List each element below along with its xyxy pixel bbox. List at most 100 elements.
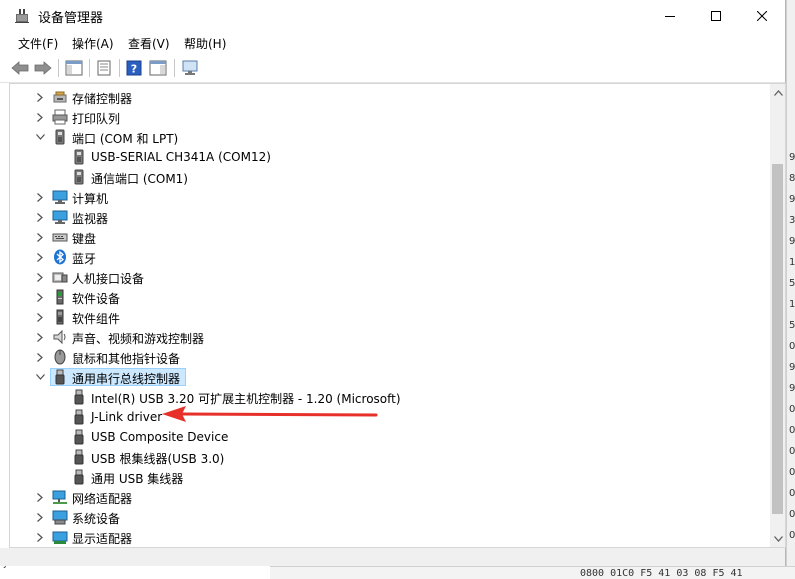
bg-right-char: 8	[789, 173, 795, 184]
chevron-up-icon	[773, 89, 783, 96]
expand-toggle[interactable]	[34, 231, 46, 243]
properties-icon	[97, 60, 111, 76]
bg-right-char: 9	[789, 362, 795, 373]
expand-toggle[interactable]	[34, 111, 46, 123]
bg-right-char: 9	[789, 383, 795, 394]
chevron-right-icon	[37, 92, 43, 102]
expand-toggle[interactable]	[34, 291, 46, 303]
tree-category-row[interactable]: 键盘	[10, 227, 770, 247]
expand-toggle[interactable]	[34, 251, 46, 263]
tree-item-label: USB-SERIAL CH341A (COM12)	[91, 150, 271, 164]
expand-toggle[interactable]	[34, 351, 46, 363]
tree-category-row[interactable]: 通用串行总线控制器	[10, 367, 770, 387]
chevron-right-icon	[37, 312, 43, 322]
tree-category-row[interactable]: 蓝牙	[10, 247, 770, 267]
menu-help[interactable]: 帮助(H)	[184, 35, 226, 52]
bg-right-char: 9	[789, 236, 795, 247]
expand-toggle[interactable]	[34, 511, 46, 523]
collapse-toggle[interactable]	[34, 131, 46, 143]
menu-action[interactable]: 操作(A)	[72, 35, 114, 52]
tree-item-label: 通用 USB 集线器	[91, 472, 184, 486]
expand-toggle[interactable]	[34, 211, 46, 223]
tree-category-row[interactable]: 网络适配器	[10, 487, 770, 507]
menu-view[interactable]: 查看(V)	[128, 35, 170, 52]
vertical-scrollbar[interactable]	[770, 84, 785, 547]
menu-file[interactable]: 文件(F)	[18, 35, 58, 52]
monitor-scan-icon	[182, 60, 198, 75]
tree-device-row[interactable]: 通用 USB 集线器	[10, 467, 770, 487]
software-component-icon	[56, 309, 64, 325]
tree-item-label: 系统设备	[72, 512, 121, 526]
tree-category-row[interactable]: 人机接口设备	[10, 267, 770, 287]
usb-device-icon	[74, 389, 84, 405]
expand-toggle[interactable]	[34, 331, 46, 343]
display-adapter-icon	[52, 531, 68, 544]
tree-item-label: 软件组件	[72, 312, 121, 326]
chevron-right-icon	[37, 272, 43, 282]
tree-item-label: 监视器	[72, 212, 109, 226]
tree-item-label: 计算机	[72, 192, 109, 206]
title-bar[interactable]: 设备管理器	[0, 0, 785, 31]
scroll-down-button[interactable]	[770, 530, 785, 547]
tree-item-label: 人机接口设备	[72, 272, 145, 286]
toolbar: ?	[0, 53, 785, 83]
bg-right-char: 0	[789, 341, 795, 352]
device-tree[interactable]: 存储控制器 打印队列 端口 (COM 和 LPT) USB-SERIAL CH341A…	[9, 83, 786, 548]
tree-category-row[interactable]: 软件组件	[10, 307, 770, 327]
device-manager-window: 设备管理器 文件(F) 操作(A) 查看(V) 帮助(H) ? 存储控制器 打印…	[0, 0, 786, 566]
tree-category-row[interactable]: 端口 (COM 和 LPT)	[10, 127, 770, 147]
tree-device-row[interactable]: J-Link driver	[10, 407, 770, 427]
properties-button[interactable]	[94, 58, 114, 78]
expand-toggle[interactable]	[34, 491, 46, 503]
tree-category-row[interactable]: 计算机	[10, 187, 770, 207]
tree-category-row[interactable]: 监视器	[10, 207, 770, 227]
tree-category-row[interactable]: 存储控制器	[10, 87, 770, 107]
action-pane-button[interactable]	[148, 58, 168, 78]
arrow-right-icon	[34, 61, 52, 75]
maximize-button[interactable]	[693, 0, 739, 31]
show-hide-console-tree-button[interactable]	[64, 58, 84, 78]
close-button[interactable]	[739, 0, 785, 31]
tree-device-row[interactable]: USB-SERIAL CH341A (COM12)	[10, 147, 770, 167]
expand-toggle[interactable]	[34, 191, 46, 203]
window-title: 设备管理器	[38, 11, 104, 26]
chevron-right-icon	[37, 492, 43, 502]
bg-right-char: 0	[789, 425, 795, 436]
tree-item-label: J-Link driver	[91, 410, 163, 424]
expand-toggle[interactable]	[34, 91, 46, 103]
menu-bar: 文件(F) 操作(A) 查看(V) 帮助(H)	[0, 31, 785, 53]
chevron-right-icon	[37, 532, 43, 542]
port-device-icon	[74, 149, 84, 165]
storage-controller-icon	[53, 91, 67, 103]
scan-hardware-button[interactable]	[180, 58, 200, 78]
back-button[interactable]	[10, 58, 30, 78]
expand-toggle[interactable]	[34, 531, 46, 543]
forward-button[interactable]	[33, 58, 53, 78]
tree-item-label: USB 根集线器(USB 3.0)	[91, 452, 225, 466]
expand-toggle[interactable]	[34, 271, 46, 283]
minimize-button[interactable]	[647, 0, 693, 31]
chevron-right-icon	[37, 352, 43, 362]
expand-toggle[interactable]	[34, 311, 46, 323]
tree-category-row[interactable]: 系统设备	[10, 507, 770, 527]
tree-category-row[interactable]: 声音、视频和游戏控制器	[10, 327, 770, 347]
scroll-thumb[interactable]	[772, 164, 783, 514]
chevron-down-icon	[35, 134, 45, 140]
collapse-toggle[interactable]	[34, 371, 46, 383]
tree-device-row[interactable]: 通信端口 (COM1)	[10, 167, 770, 187]
bg-right-char: 0	[789, 446, 795, 457]
tree-category-row[interactable]: 显示适配器	[10, 527, 770, 547]
port-icon	[55, 129, 65, 145]
tree-category-row[interactable]: 鼠标和其他指针设备	[10, 347, 770, 367]
svg-text:?: ?	[131, 63, 137, 76]
tree-device-row[interactable]: USB 根集线器(USB 3.0)	[10, 447, 770, 467]
bg-right-char: 1	[789, 257, 795, 268]
scroll-up-button[interactable]	[770, 84, 785, 101]
minimize-icon	[665, 15, 675, 17]
tree-device-row[interactable]: USB Composite Device	[10, 427, 770, 447]
tree-category-row[interactable]: 软件设备	[10, 287, 770, 307]
tree-category-row[interactable]: 打印队列	[10, 107, 770, 127]
tree-device-row[interactable]: Intel(R) USB 3.20 可扩展主机控制器 - 1.20 (Micro…	[10, 387, 770, 407]
help-button[interactable]: ?	[124, 58, 144, 78]
bg-right-char: 5	[789, 278, 795, 289]
